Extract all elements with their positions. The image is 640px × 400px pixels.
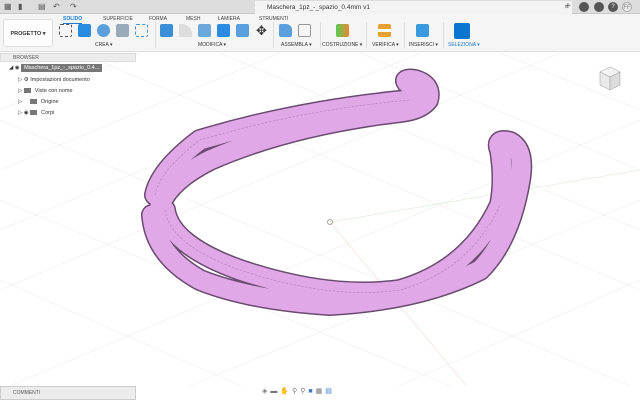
notifications-icon[interactable] [594, 2, 604, 12]
toolbar: PROGETTO ▾ SOLIDO SUPERFICIE FORMA MESH … [0, 14, 640, 52]
seleziona-menu[interactable]: SELEZIONA ▾ [448, 42, 480, 48]
file-icon[interactable]: ▮ [18, 3, 26, 11]
title-bar: ▦ ▮ ▤ ↶ ↷ Maschera_1pz_-_spazio_0.4mm v1… [0, 0, 640, 14]
verifica-menu[interactable]: VERIFICA ▾ [372, 42, 399, 48]
comments-panel[interactable]: COMMENTI [0, 386, 136, 400]
browser-header[interactable]: BROWSER [0, 53, 136, 62]
split-icon[interactable] [236, 24, 249, 37]
extrude-icon[interactable] [78, 24, 91, 37]
hole-icon[interactable] [116, 24, 129, 37]
browser-panel: BROWSER ◢ ◉ Maschera_1pz_-_spazio_0.4...… [0, 53, 136, 123]
crea-menu[interactable]: CREA ▾ [95, 42, 113, 48]
plane-icon[interactable] [336, 24, 349, 37]
measure-icon[interactable] [378, 24, 391, 37]
grid-menu-icon[interactable]: ▦ [4, 3, 12, 11]
new-sketch-icon[interactable] [59, 24, 72, 37]
select-icon[interactable] [454, 23, 470, 39]
save-icon[interactable]: ▤ [38, 3, 46, 11]
browser-item-corpi[interactable]: ▷ ◉ Corpi [18, 110, 54, 116]
eye-icon[interactable]: ◉ [24, 110, 29, 116]
display-mode-icon[interactable]: ■ [308, 388, 315, 395]
item-label: Viste con nome [34, 88, 73, 94]
insert-image-icon[interactable] [416, 24, 429, 37]
view-cube[interactable] [596, 64, 624, 102]
look-at-icon[interactable]: ▬ [270, 388, 280, 395]
browser-root[interactable]: ◢ ◉ Maschera_1pz_-_spazio_0.4... [9, 64, 103, 72]
fillet-icon[interactable] [179, 24, 192, 37]
item-label: Origine [40, 99, 59, 105]
mask-body [141, 68, 533, 316]
document-title: Maschera_1pz_-_spazio_0.4mm v1 [267, 4, 370, 11]
browser-item-viste[interactable]: ▷ Viste con nome [18, 88, 73, 94]
root-component-label: Maschera_1pz_-_spazio_0.4... [21, 64, 103, 72]
redo-icon[interactable]: ↷ [70, 3, 78, 11]
folder-icon [29, 99, 37, 105]
viewports-icon[interactable]: ▤ [325, 388, 335, 395]
tab-forma[interactable]: FORMA [149, 16, 167, 22]
folder-icon [30, 110, 38, 116]
user-avatar[interactable]: FF [622, 2, 632, 12]
tab-superficie[interactable]: SUPERFICIE [103, 16, 133, 22]
folder-icon [23, 88, 31, 94]
undo-icon[interactable]: ↶ [53, 3, 61, 11]
pattern-icon[interactable] [135, 24, 148, 37]
pan-icon[interactable]: ✋ [280, 388, 292, 395]
costruzione-menu[interactable]: COSTRUZIONE ▾ [322, 42, 362, 48]
tab-lamiera[interactable]: LAMIERA [218, 16, 240, 22]
job-status-icon[interactable] [579, 2, 589, 12]
combine-icon[interactable] [217, 24, 230, 37]
navigation-bar: ◈▬✋⚲⚲■▦▤ [262, 387, 378, 398]
inserisci-menu[interactable]: INSERISCI ▾ [409, 42, 438, 48]
browser-title: BROWSER [13, 55, 39, 61]
browser-item-origine[interactable]: ▷ Origine [18, 99, 59, 105]
tab-mesh[interactable]: MESH [186, 16, 200, 22]
grid-icon[interactable]: ▦ [316, 388, 326, 395]
new-component-icon[interactable] [279, 24, 292, 37]
press-pull-icon[interactable] [160, 24, 173, 37]
browser-item-impostazioni[interactable]: ▷ ⚙ Impostazioni documento [18, 77, 90, 83]
modifica-menu[interactable]: MODIFICA ▾ [198, 42, 226, 48]
move-icon[interactable]: ✥ [255, 24, 268, 37]
new-tab-button[interactable]: + [565, 2, 573, 12]
shell-icon[interactable] [198, 24, 211, 37]
revolve-icon[interactable] [97, 24, 110, 37]
comments-title: COMMENTI [13, 390, 41, 396]
joint-icon[interactable] [298, 24, 311, 37]
item-label: Corpi [41, 110, 55, 116]
assembla-menu[interactable]: ASSEMBLA ▾ [281, 42, 312, 48]
document-tab[interactable]: Maschera_1pz_-_spazio_0.4mm v1 × [255, 1, 572, 14]
tab-solido[interactable]: SOLIDO [63, 16, 83, 24]
help-icon[interactable]: ? [608, 2, 618, 12]
gear-icon: ⚙ [23, 77, 29, 83]
project-button[interactable]: PROGETTO ▾ [3, 19, 53, 47]
item-label: Impostazioni documento [30, 77, 90, 83]
